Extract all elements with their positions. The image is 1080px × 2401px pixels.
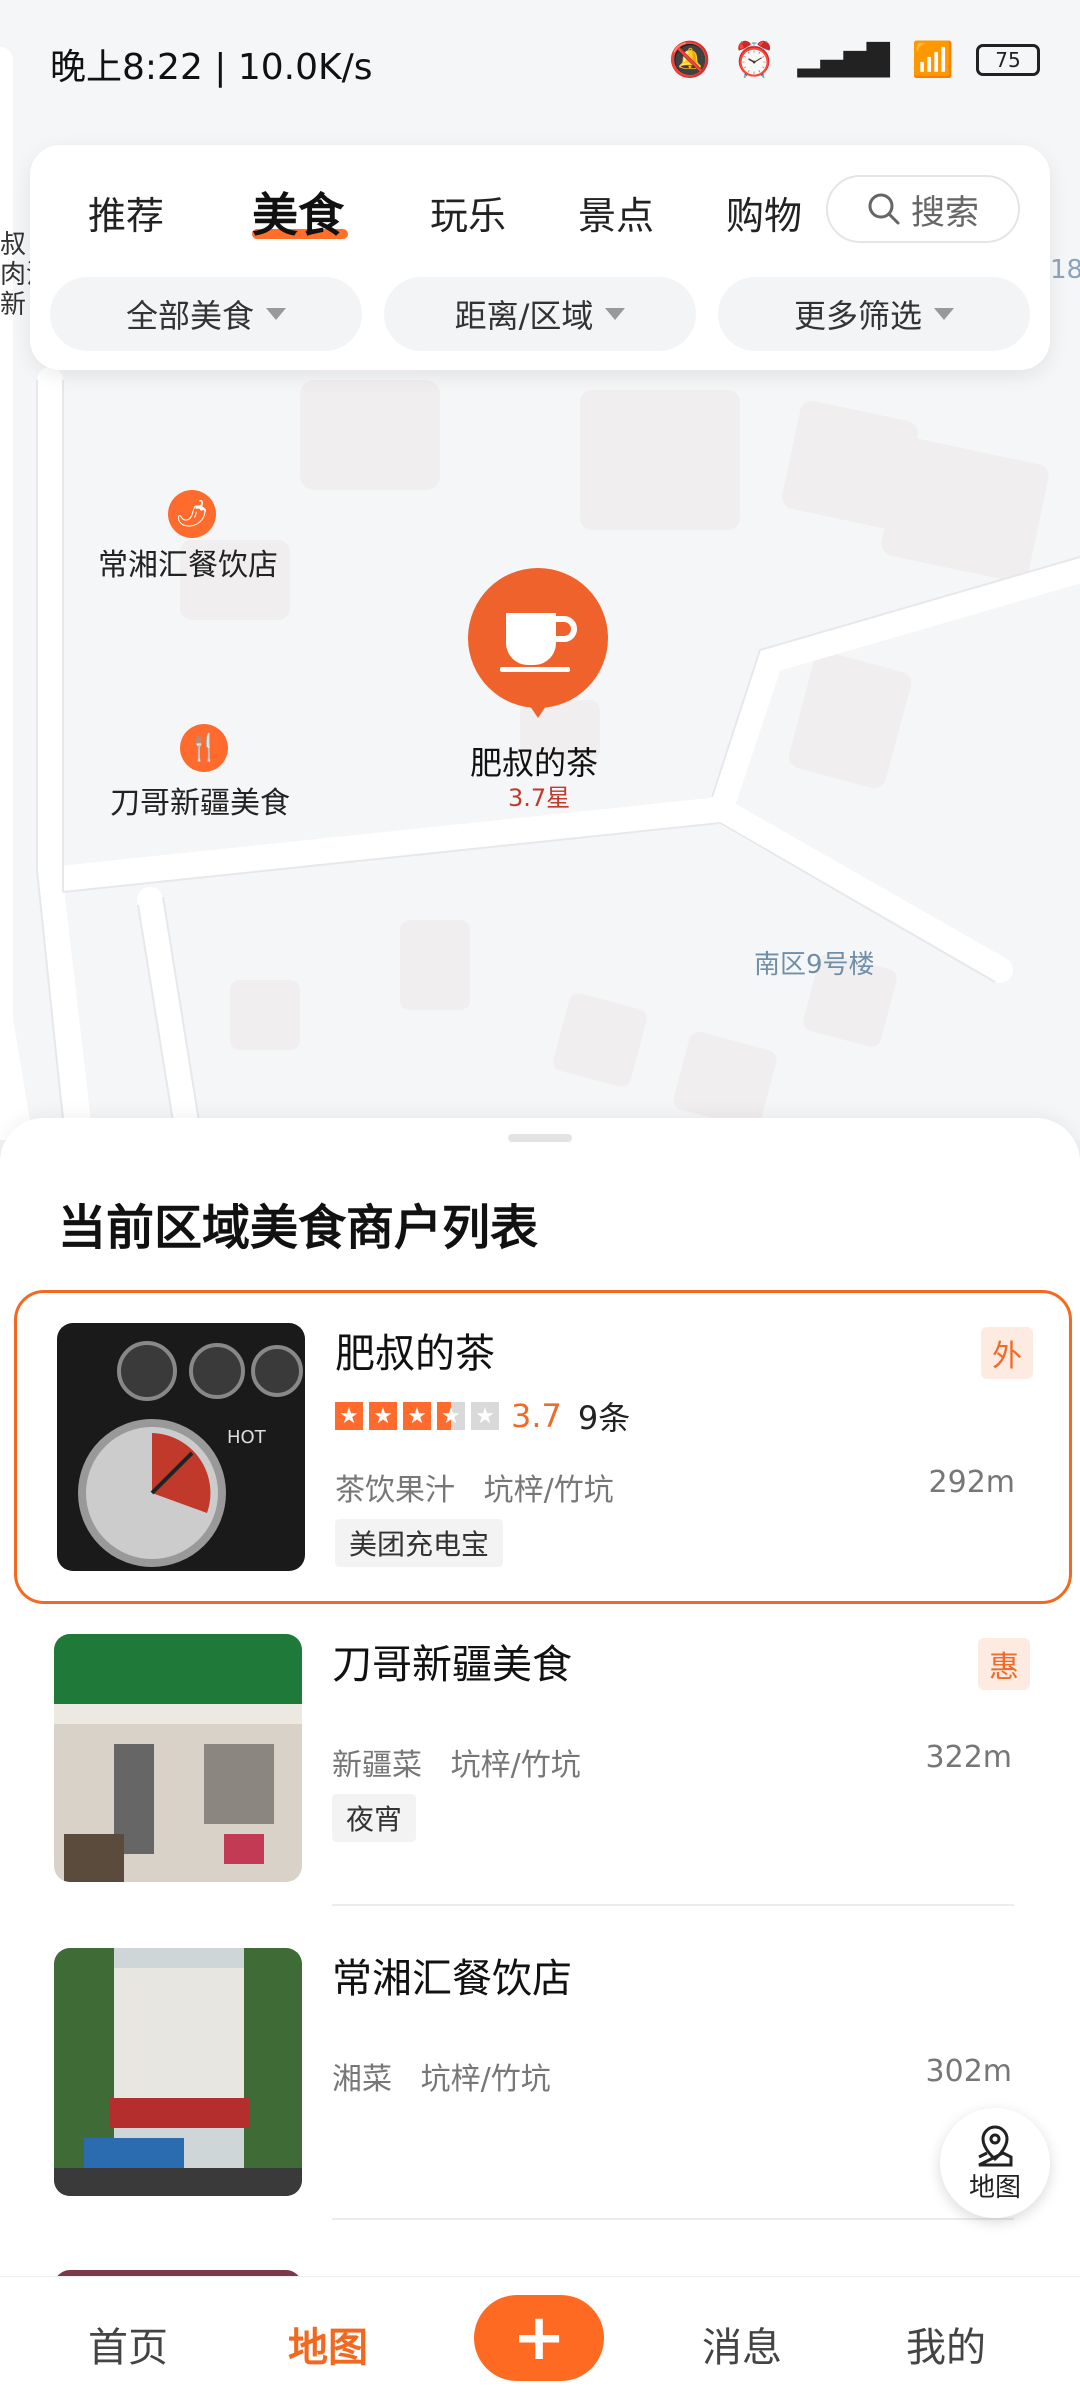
star-icon: ★ bbox=[403, 1402, 431, 1430]
tea-cup-icon bbox=[468, 568, 608, 708]
mute-bell-icon: 🔕 bbox=[668, 40, 712, 80]
shop-name: 肥叔的茶 bbox=[335, 1331, 495, 1377]
shop-thumbnail[interactable]: HOT bbox=[57, 1323, 305, 1571]
signal-icon: ▂▄▆█ bbox=[797, 42, 890, 78]
tab-shopping[interactable]: 购物 bbox=[726, 185, 802, 240]
shop-thumbnail[interactable] bbox=[54, 1634, 302, 1882]
tab-food[interactable]: 美食 bbox=[252, 179, 344, 245]
takeout-badge: 外 bbox=[981, 1327, 1033, 1379]
search-icon bbox=[868, 193, 900, 225]
sheet-drag-handle[interactable] bbox=[508, 1134, 572, 1142]
shop-tag: 夜宵 bbox=[332, 1794, 417, 1842]
shop-area: 坑梓/竹坑 bbox=[420, 2062, 551, 2097]
filter-more[interactable]: 更多筛选 bbox=[718, 277, 1030, 351]
map-fab-label: 地图 bbox=[968, 2172, 1021, 2203]
shop-card[interactable]: HOT 肥叔的茶 外 ★ ★ ★ ★ ★ 3.7 9条 茶饮果汁 坑梓/竹坑 2… bbox=[14, 1290, 1072, 1604]
fork-knife-icon[interactable]: 🍴 bbox=[180, 724, 228, 772]
shop-category: 湘菜 bbox=[332, 2062, 392, 2097]
shop-category: 茶饮果汁 bbox=[335, 1473, 455, 1508]
rating-row: ★ ★ ★ ★ ★ 3.7 9条 bbox=[335, 1393, 630, 1439]
map-edge-label-right: 18 bbox=[1050, 255, 1080, 285]
shop-card[interactable]: 常湘汇餐饮店 湘菜 坑梓/竹坑 302m bbox=[14, 1918, 1066, 2226]
filter-label: 距离/区域 bbox=[454, 297, 594, 335]
svg-text:HOT: HOT bbox=[227, 1427, 267, 1448]
review-count: 9条 bbox=[577, 1399, 631, 1437]
shop-meta: 湘菜 坑梓/竹坑 bbox=[332, 2054, 551, 2098]
tab-entertainment[interactable]: 玩乐 bbox=[430, 185, 506, 240]
filter-all-food[interactable]: 全部美食 bbox=[50, 277, 362, 351]
shop-area: 坑梓/竹坑 bbox=[450, 1748, 581, 1783]
search-button[interactable]: 搜索 bbox=[826, 175, 1020, 243]
chili-icon[interactable]: 🌶 bbox=[168, 490, 216, 538]
shop-distance: 302m bbox=[925, 2054, 1012, 2089]
wifi-icon: 📶 bbox=[911, 40, 954, 80]
divider bbox=[332, 1904, 1014, 1906]
add-button[interactable]: + bbox=[474, 2295, 604, 2381]
rating-score: 3.7 bbox=[511, 1397, 562, 1435]
sheet-title: 当前区域美食商户列表 bbox=[58, 1200, 539, 1256]
poi-label[interactable]: 刀哥新疆美食 bbox=[110, 778, 290, 822]
chevron-down-icon bbox=[266, 308, 286, 320]
discount-badge: 惠 bbox=[978, 1638, 1030, 1690]
star-icon: ★ bbox=[335, 1402, 363, 1430]
shop-distance: 292m bbox=[928, 1465, 1015, 1500]
building-label: 南区9号楼 bbox=[754, 950, 875, 980]
tab-sights[interactable]: 景点 bbox=[578, 185, 654, 240]
tab-recommend[interactable]: 推荐 bbox=[88, 185, 164, 240]
shop-list-sheet[interactable]: 当前区域美食商户列表 HOT 肥叔的茶 外 ★ ★ ★ ★ ★ 3.7 9条 茶… bbox=[0, 1118, 1080, 2400]
status-time: 晚上8:22 | 10.0K/s bbox=[50, 47, 373, 88]
shop-distance: 322m bbox=[925, 1740, 1012, 1775]
shop-area: 坑梓/竹坑 bbox=[483, 1473, 614, 1508]
shop-name: 刀哥新疆美食 bbox=[332, 1642, 572, 1688]
category-filter-card: 推荐 美食 玩乐 景点 购物 搜索 全部美食 距离/区域 更多筛选 bbox=[30, 145, 1050, 370]
star-half-icon: ★ bbox=[437, 1402, 465, 1430]
selected-pin[interactable] bbox=[468, 568, 608, 728]
nav-map[interactable]: 地图 bbox=[288, 2315, 368, 2373]
shop-meta: 新疆菜 坑梓/竹坑 bbox=[332, 1740, 581, 1784]
bottom-nav: 首页 地图 + 消息 我的 bbox=[0, 2276, 1080, 2401]
star-empty-icon: ★ bbox=[471, 1402, 499, 1430]
star-icon: ★ bbox=[369, 1402, 397, 1430]
status-bar: 晚上8:22 | 10.0K/s 🔕 ⏰ ▂▄▆█ 📶 75 bbox=[0, 0, 1080, 125]
nav-messages[interactable]: 消息 bbox=[702, 2315, 782, 2373]
nav-mine[interactable]: 我的 bbox=[906, 2315, 986, 2373]
map-pin-icon bbox=[978, 2124, 1013, 2166]
selected-pin-rating: 3.7星 bbox=[508, 784, 571, 812]
shop-thumbnail[interactable] bbox=[54, 1948, 302, 2196]
nav-home[interactable]: 首页 bbox=[88, 2315, 168, 2373]
chevron-down-icon bbox=[934, 308, 954, 320]
poi-label[interactable]: 常湘汇餐饮店 bbox=[98, 540, 278, 584]
shop-category: 新疆菜 bbox=[332, 1748, 422, 1783]
battery-icon: 75 bbox=[976, 44, 1040, 76]
shop-card[interactable]: 刀哥新疆美食 惠 新疆菜 坑梓/竹坑 322m 夜宵 bbox=[14, 1604, 1066, 1912]
search-label: 搜索 bbox=[911, 192, 979, 233]
chevron-down-icon bbox=[605, 308, 626, 320]
filter-distance-area[interactable]: 距离/区域 bbox=[384, 277, 696, 351]
filter-label: 全部美食 bbox=[125, 297, 254, 335]
alarm-icon: ⏰ bbox=[733, 40, 776, 80]
shop-name: 常湘汇餐饮店 bbox=[332, 1956, 572, 2002]
divider bbox=[332, 2218, 1014, 2220]
filter-label: 更多筛选 bbox=[793, 297, 922, 335]
shop-meta: 茶饮果汁 坑梓/竹坑 bbox=[335, 1465, 614, 1509]
shop-tag: 美团充电宝 bbox=[335, 1519, 504, 1567]
map-toggle-button[interactable]: 地图 bbox=[940, 2108, 1050, 2218]
